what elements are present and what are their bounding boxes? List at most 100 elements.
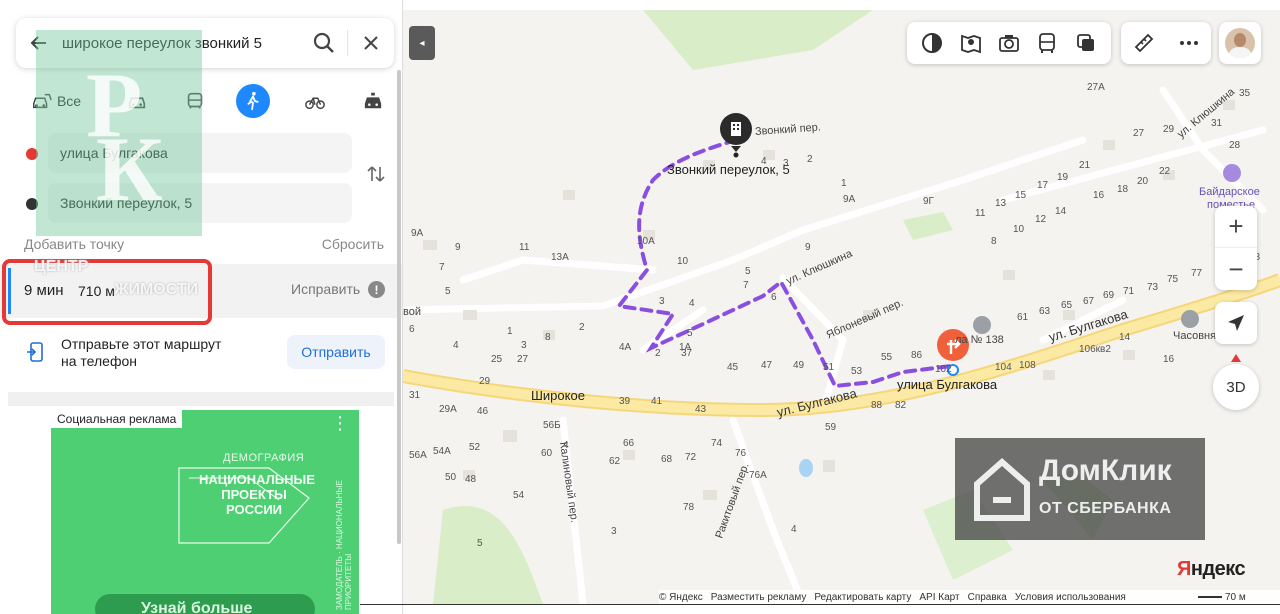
domclick-subtitle: ОТ СБЕРБАНКА (1039, 500, 1172, 517)
footer-link-4[interactable]: Справка (968, 592, 1007, 603)
house-number-label: 54А (433, 446, 451, 457)
search-button[interactable] (301, 18, 347, 68)
house-number-label: 27А (1087, 82, 1105, 93)
house-number-label: 22 (1159, 166, 1171, 177)
reset-link[interactable]: Сбросить (322, 236, 384, 252)
house-number-label: 73 (1147, 282, 1159, 293)
origin-map-label: улица Булгакова (897, 377, 998, 392)
sidebar-scrollbar[interactable] (397, 70, 401, 544)
house-number-label: 27 (517, 354, 529, 365)
house-number-label: 60 (541, 448, 553, 459)
house-number-label: 47 (761, 360, 773, 371)
ad-demography-text: ДЕМОГРАФИЯ (223, 452, 305, 464)
house-number-label: 9 (455, 242, 461, 253)
house-number-label: 10 (1013, 224, 1025, 235)
mode-walk-button[interactable] (236, 84, 270, 118)
destination-point (733, 152, 739, 158)
house-number-label: 4 (563, 440, 569, 451)
yandex-logo[interactable]: Яндекс (1177, 558, 1246, 581)
house-number-label: 3 (659, 296, 665, 307)
school-icon[interactable] (973, 316, 991, 334)
footer-link-1[interactable]: Разместить рекламу (711, 592, 807, 603)
alert-icon[interactable]: ! (368, 281, 385, 298)
mode-bike-button[interactable] (298, 84, 332, 118)
destination-pin-icon[interactable] (719, 112, 753, 152)
traffic-button[interactable] (1073, 30, 1099, 56)
house-number-label: 6 (771, 292, 777, 303)
map-type-button[interactable] (958, 30, 984, 56)
add-point-link[interactable]: Добавить точку (24, 236, 124, 252)
location-arrow-icon (1228, 315, 1244, 331)
more-button[interactable] (1176, 30, 1202, 56)
footer-link-2[interactable]: Редактировать карту (814, 592, 911, 603)
house-number-label: 12 (1035, 214, 1047, 225)
bicycle-icon (305, 97, 325, 110)
footer-link-0[interactable]: © Яндекс (659, 592, 703, 603)
panorama-button[interactable] (996, 30, 1022, 56)
mode-taxi-button[interactable] (356, 84, 390, 118)
clear-button[interactable] (348, 18, 394, 68)
house-number-label: 82 (895, 400, 907, 411)
house-number-label: 16 (1093, 190, 1105, 201)
user-avatar-button[interactable] (1219, 22, 1261, 64)
ad-national-projects-text: НАЦИОНАЛЬНЫЕ ПРОЕКТЫ РОССИИ (199, 472, 315, 517)
house-number-label: 62 (609, 456, 621, 467)
map-green-area (643, 10, 873, 70)
map-canvas[interactable]: Звонкий переулок, 5 улица Булгакова Широ… (403, 10, 1280, 604)
house-number-label: 48 (465, 474, 477, 485)
ad-cta-label: Узнай больше (141, 600, 253, 614)
house-number-label: 8 (545, 332, 551, 343)
ruler-button[interactable] (1131, 30, 1157, 56)
house-number-label: 10А (637, 236, 655, 247)
chapel-label: Часовня (1173, 330, 1217, 342)
avatar (1225, 28, 1255, 58)
more-dots-icon (1179, 41, 1198, 45)
house-number-label: 4 (761, 156, 767, 167)
transit-button[interactable] (1034, 30, 1060, 56)
watermark-logo: Р К (36, 30, 202, 236)
house-number-label: 18 (1117, 184, 1129, 195)
house-number-label: 43 (695, 404, 707, 415)
house-number-label: 76 (735, 448, 747, 459)
swap-points-button[interactable] (362, 160, 390, 188)
locate-me-button[interactable] (1215, 302, 1257, 344)
fix-route-link[interactable]: Исправить (291, 281, 360, 297)
sidebar-divider (8, 392, 394, 406)
house-number-label: 9 (805, 242, 811, 253)
zoom-in-button[interactable]: + (1215, 206, 1257, 248)
house-number-label: 9А (411, 228, 424, 239)
house-number-label: 56Б (543, 420, 561, 431)
house-number-label: 46 (477, 406, 489, 417)
estate-poi-icon[interactable] (1223, 164, 1241, 182)
destination-map-label: Звонкий переулок, 5 (667, 162, 790, 177)
house-number-label: 106кв2 (1079, 344, 1111, 355)
house-number-label: 88 (871, 400, 883, 411)
school-label: ла № 138 (955, 334, 1004, 346)
ad-menu-icon[interactable]: ⋮ (331, 414, 349, 432)
ad-cta-button[interactable]: Узнай больше (95, 594, 315, 614)
house-number-label: 75 (1167, 274, 1179, 285)
house-number-label: 2 (807, 154, 813, 165)
zoom-out-button[interactable]: − (1215, 248, 1257, 290)
map-tools-toolbar (1121, 22, 1211, 64)
collapse-sidebar-button[interactable]: ◂ (409, 26, 435, 60)
footer-link-3[interactable]: API Карт (919, 592, 959, 603)
ad-side-text: ЗАМОДАТЕЛЬ · НАЦИОНАЛЬНЫЕ ПРИОРИТЕТЫ (335, 480, 353, 610)
house-number-label: 69 (1103, 290, 1115, 301)
chapel-icon[interactable] (1181, 310, 1199, 328)
layers-button[interactable] (919, 30, 945, 56)
house-number-label: 4 (453, 340, 459, 351)
toggle-3d-button[interactable]: 3D (1213, 364, 1259, 410)
ad-banner[interactable]: Социальная реклама ⋮ ДЕМОГРАФИЯ НАЦИОНАЛ… (51, 410, 359, 614)
house-number-label: 54 (513, 490, 525, 501)
map-footer: © Яндекс Разместить рекламу Редактироват… (659, 590, 1280, 604)
house-number-label: 5 (445, 286, 451, 297)
domclick-watermark: ДомКлик ОТ СБЕРБАНКА (955, 438, 1205, 540)
square-layers-icon (1076, 34, 1094, 51)
house-number-label: 3 (521, 340, 527, 351)
compass-north-icon (1231, 354, 1241, 362)
footer-link-5[interactable]: Условия использования (1015, 592, 1126, 603)
domclick-title: ДомКлик (1039, 454, 1172, 487)
house-number-label: 67 (1083, 296, 1095, 307)
send-to-phone-button[interactable]: Отправить (287, 335, 385, 369)
